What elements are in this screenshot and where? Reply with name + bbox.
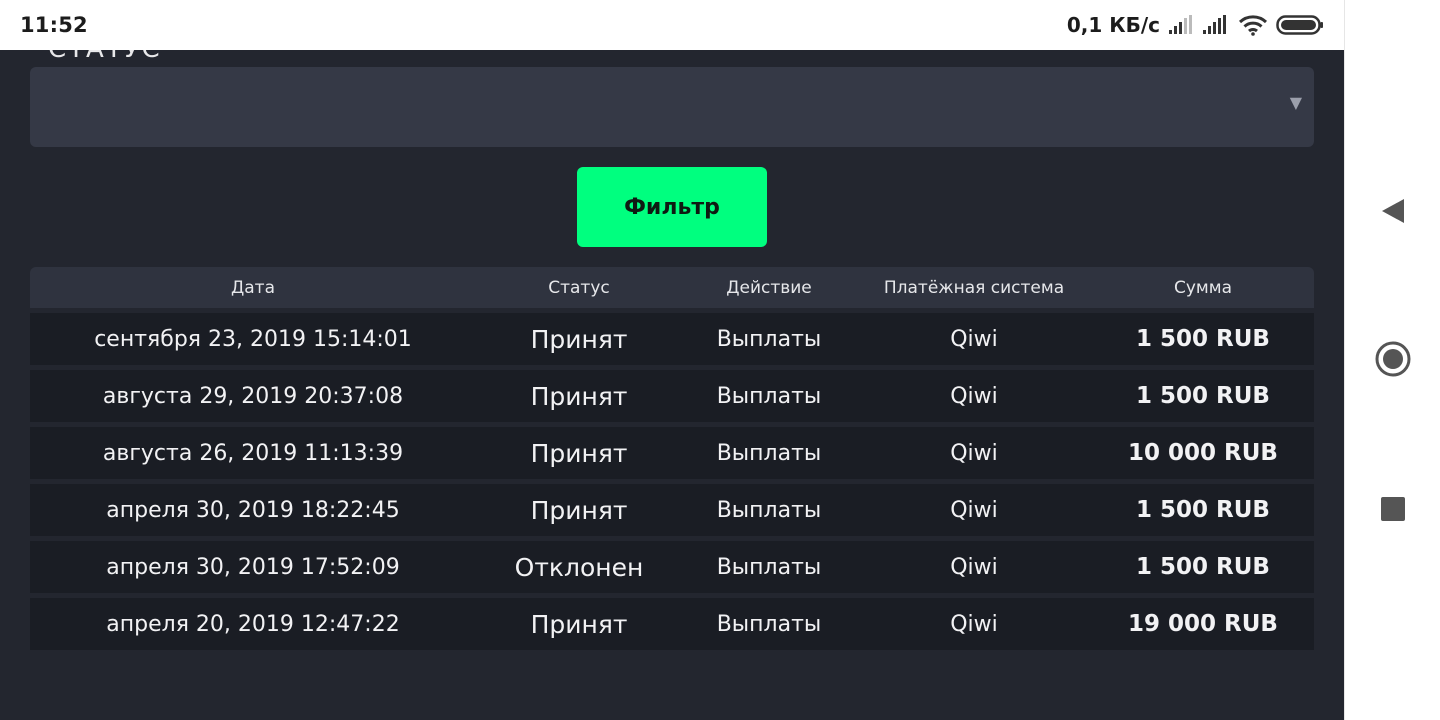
header-action: Действие [726,277,812,298]
cell-payment-system: Qiwi [950,554,998,580]
navigation-bar [1344,0,1440,720]
cell-sum: 1 500 RUB [1136,497,1270,523]
cell-sum: 19 000 RUB [1128,611,1278,637]
cell-status: Принят [530,438,628,468]
battery-icon [1276,14,1324,36]
header-status: Статус [548,277,610,298]
cell-status: Принят [530,324,628,354]
cell-payment-system: Qiwi [950,497,998,523]
cell-action: Выплаты [716,554,822,580]
cell-date: апреля 20, 2019 12:47:22 [106,611,400,637]
cell-date: сентября 23, 2019 15:14:01 [94,326,412,352]
cell-payment-system: Qiwi [950,383,998,409]
status-icons: 0,1 КБ/с [1067,13,1324,37]
recents-icon[interactable] [1345,488,1440,530]
status-select[interactable]: ▼ [30,67,1314,147]
signal-icon [1202,15,1230,35]
cell-date: августа 26, 2019 11:13:39 [102,440,404,466]
cell-sum: 1 500 RUB [1136,326,1270,352]
filter-button[interactable]: Фильтр [577,167,767,247]
cell-action: Выплаты [716,326,822,352]
table-row: апреля 30, 2019 17:52:09 Отклонен Выплат… [30,541,1314,593]
cell-sum: 10 000 RUB [1128,440,1278,466]
cell-action: Выплаты [716,440,822,466]
network-speed: 0,1 КБ/с [1066,13,1160,37]
wifi-icon [1238,14,1268,36]
cell-date: августа 29, 2019 20:37:08 [102,383,404,409]
cell-date: апреля 30, 2019 18:22:45 [106,497,400,523]
header-date: Дата [230,277,276,298]
clock: 11:52 [20,13,88,37]
cell-status: Принят [530,495,628,525]
home-icon[interactable] [1345,338,1440,380]
cell-status: Принят [530,609,628,639]
status-bar: 11:52 0,1 КБ/с [0,0,1344,50]
dropdown-arrow-icon[interactable]: ▼ [1290,95,1302,111]
table-row: апреля 30, 2019 18:22:45 Принят Выплаты … [30,484,1314,536]
cell-payment-system: Qiwi [950,611,998,637]
signal-icon [1168,15,1194,35]
table-row: августа 29, 2019 20:37:08 Принят Выплаты… [30,370,1314,422]
table-row: августа 26, 2019 11:13:39 Принят Выплаты… [30,427,1314,479]
cell-payment-system: Qiwi [950,326,998,352]
cell-sum: 1 500 RUB [1136,554,1270,580]
header-sum: Сумма [1174,277,1232,298]
table-row: сентября 23, 2019 15:14:01 Принят Выплат… [30,313,1314,365]
cell-action: Выплаты [716,383,822,409]
table-header: Дата Статус Действие Платёжная система С… [30,267,1314,308]
cell-sum: 1 500 RUB [1136,383,1270,409]
app-content: ▼ СТАТУС Фильтр Дата Статус Действие Пла… [0,50,1344,720]
cell-action: Выплаты [716,497,822,523]
table-row: апреля 20, 2019 12:47:22 Принят Выплаты … [30,598,1314,650]
back-icon[interactable] [1345,190,1440,232]
cell-date: апреля 30, 2019 17:52:09 [106,554,400,580]
transactions-table: Дата Статус Действие Платёжная система С… [30,267,1314,650]
cell-status: Принят [530,381,628,411]
cell-payment-system: Qiwi [950,440,998,466]
header-payment-system: Платёжная система [883,277,1065,298]
cell-action: Выплаты [716,611,822,637]
status-field-label: СТАТУС [48,50,162,62]
cell-status: Отклонен [514,552,644,582]
